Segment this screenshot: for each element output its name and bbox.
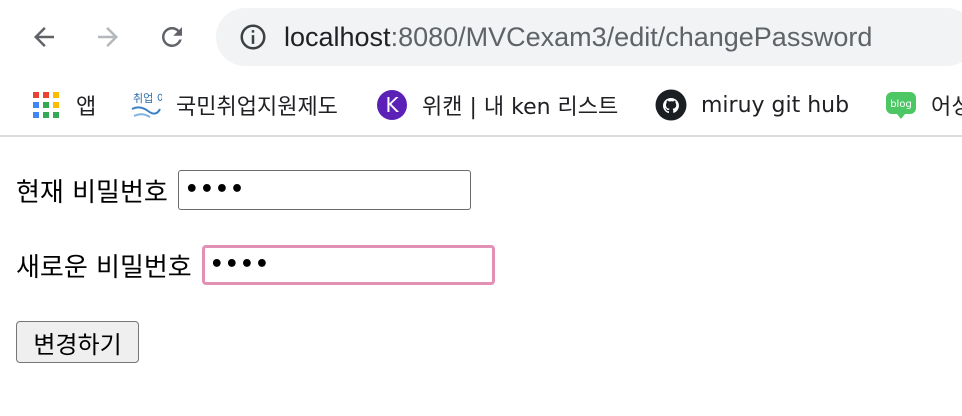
current-password-row: 현재 비밀번호 •••• (16, 170, 471, 210)
url-host: localhost (284, 22, 391, 52)
url-path: :8080/MVCexam3/edit/changePassword (390, 22, 873, 52)
bookmark-label: 어싱 (931, 95, 962, 120)
github-icon (655, 89, 687, 121)
k-logo-icon: K (377, 90, 407, 120)
back-button[interactable] (24, 17, 64, 57)
bookmark-label: 앱 (76, 95, 97, 120)
info-icon[interactable] (238, 22, 268, 52)
bookmark-github[interactable]: miruy git hub (655, 87, 849, 123)
bookmark-blog[interactable]: blog 어싱 (885, 87, 962, 123)
apps-grid-icon (33, 92, 59, 118)
blog-icon: blog (886, 92, 916, 119)
blog-logo-text: blog (890, 99, 912, 110)
current-password-label: 현재 비밀번호 (16, 177, 168, 208)
browser-toolbar: localhost:8080/MVCexam3/edit/changePassw… (0, 0, 962, 75)
address-bar[interactable]: localhost:8080/MVCexam3/edit/changePassw… (216, 8, 962, 66)
new-password-row: 새로운 비밀번호 •••• (16, 245, 495, 285)
reload-icon (162, 26, 182, 47)
bookmark-apps[interactable]: 앱 (30, 87, 96, 123)
back-arrow-icon (34, 27, 54, 47)
new-password-input[interactable]: •••• (201, 245, 495, 285)
k-logo-text: K (385, 93, 399, 117)
bookmark-label: miruy git hub (701, 92, 850, 118)
forward-arrow-icon (98, 27, 118, 47)
current-password-input[interactable]: •••• (177, 170, 471, 210)
new-password-label: 새로운 비밀번호 (16, 252, 192, 283)
bookmark-label: 위캔 | 내 ken 리스트 (422, 95, 619, 120)
bookmarks-bar: 앱 취업 이룸 국민취업지원제도 K 위캔 | 내 ken 리스트 miruy … (0, 75, 962, 137)
bookmark-label: 국민취업지원제도 (176, 95, 338, 120)
bookmark-wecan[interactable]: K 위캔 | 내 ken 리스트 (376, 87, 618, 123)
forward-button[interactable] (88, 17, 128, 57)
url-text[interactable]: localhost:8080/MVCexam3/edit/changePassw… (284, 8, 872, 66)
change-password-button[interactable]: 변경하기 (16, 321, 139, 363)
bookmark-employment[interactable]: 취업 이룸 국민취업지원제도 (130, 87, 338, 123)
employment-logo-text: 취업 이룸 (133, 92, 162, 105)
reload-button[interactable] (152, 17, 192, 57)
employment-logo-icon: 취업 이룸 (131, 92, 162, 118)
